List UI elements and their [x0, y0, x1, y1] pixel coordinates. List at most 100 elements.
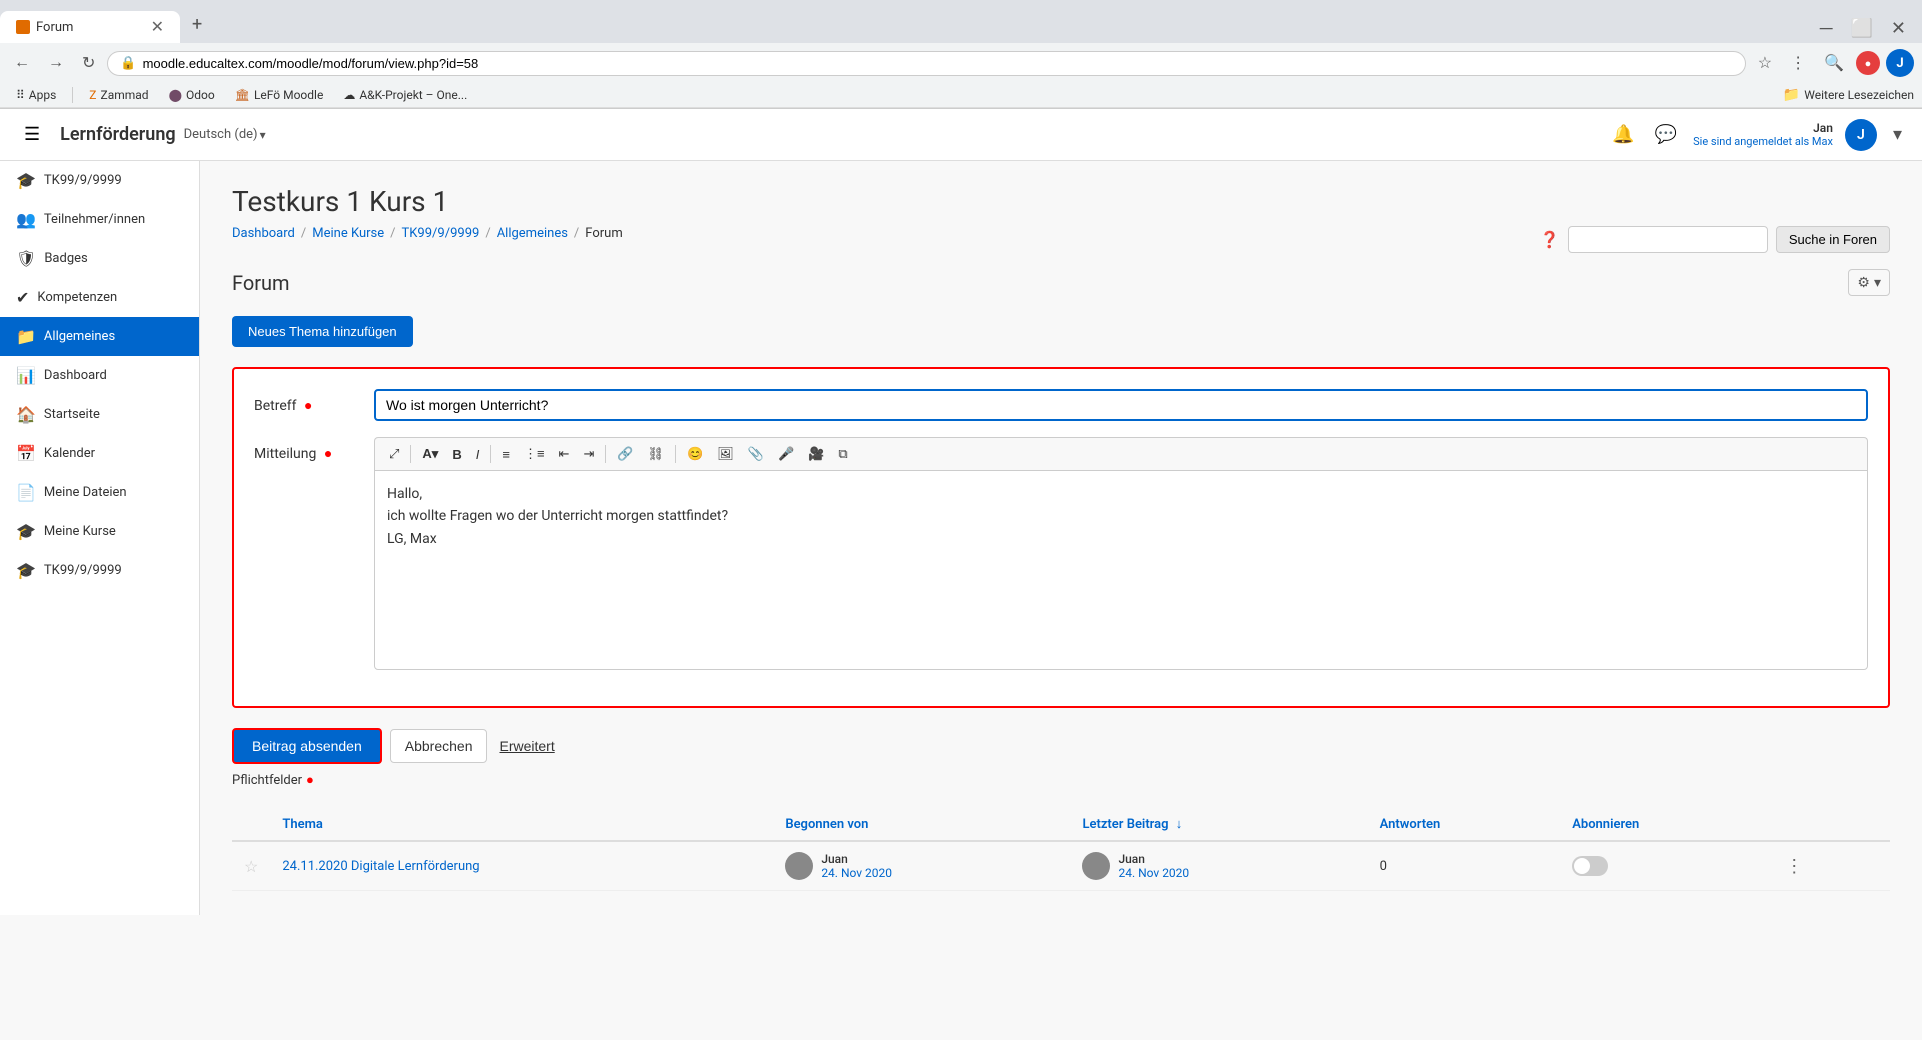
bookmark-lefo[interactable]: 🏛 LeFö Moodle: [227, 86, 332, 104]
indent-btn[interactable]: ⇥: [577, 442, 600, 466]
forward-button[interactable]: →: [42, 50, 70, 76]
tab-close-button[interactable]: ✕: [151, 19, 164, 35]
browser-menu-button[interactable]: ⋮: [1784, 49, 1812, 77]
subscribe-toggle[interactable]: [1572, 856, 1608, 876]
media-btn[interactable]: 📎: [742, 442, 770, 466]
extend-button[interactable]: Erweitert: [495, 730, 558, 762]
app-logo: Lernförderung: [60, 124, 175, 145]
editor-line-2: ich wollte Fragen wo der Unterricht morg…: [387, 505, 1855, 527]
cancel-button[interactable]: Abbrechen: [390, 729, 488, 763]
sidebar-item-tk99[interactable]: 🎓 TK99/9/9999: [0, 161, 199, 200]
video-btn[interactable]: 🎥: [802, 442, 830, 466]
minimize-button[interactable]: ─: [1812, 14, 1841, 43]
graduation-icon: 🎓: [16, 171, 36, 190]
sidebar-item-kompetenzen[interactable]: ✔ Kompetenzen: [0, 278, 199, 317]
bookmark-sep-1: [72, 87, 73, 103]
row-topic-cell: 24.11.2020 Digitale Lernförderung: [270, 841, 773, 891]
sidebar-item-teilnehmer[interactable]: 👥 Teilnehmer/innen: [0, 200, 199, 239]
breadcrumb-tk99[interactable]: TK99/9/9999: [402, 226, 480, 241]
maximize-button[interactable]: ⬜: [1842, 14, 1880, 43]
extensions-badge: ●: [1856, 51, 1880, 75]
breadcrumb-dashboard[interactable]: Dashboard: [232, 226, 295, 241]
address-input[interactable]: [143, 56, 1733, 71]
answers-count: 0: [1380, 859, 1387, 874]
back-button[interactable]: ←: [8, 50, 36, 76]
search-button[interactable]: 🔍: [1818, 49, 1850, 77]
row-more-button[interactable]: ⋮: [1779, 854, 1809, 879]
outdent-btn[interactable]: ⇤: [553, 442, 576, 466]
forum-settings-button[interactable]: ⚙ ▾: [1848, 269, 1890, 296]
bookmark-star-button[interactable]: ☆: [1752, 49, 1778, 77]
col-begonnen[interactable]: Begonnen von: [773, 808, 1070, 841]
col-letzter[interactable]: Letzter Beitrag ↓: [1070, 808, 1367, 841]
italic-btn[interactable]: I: [470, 443, 486, 466]
help-icon[interactable]: ❓: [1540, 230, 1560, 249]
lang-chevron[interactable]: ▾: [260, 128, 266, 142]
emoji-btn[interactable]: 😊: [681, 442, 709, 466]
numbered-list-btn[interactable]: ⋮≡: [518, 442, 551, 466]
notification-bell-button[interactable]: 🔔: [1608, 120, 1638, 149]
bullet-list-btn[interactable]: ≡: [496, 443, 516, 466]
row-last-by-cell: Juan 24. Nov 2020: [1070, 841, 1367, 891]
editor-content[interactable]: Hallo, ich wollte Fragen wo der Unterric…: [374, 470, 1868, 670]
sidebar-item-dashboard[interactable]: 📊 Dashboard: [0, 356, 199, 395]
sidebar-item-meine-kurse[interactable]: 🎓 Meine Kurse: [0, 512, 199, 551]
lock-icon: 🔒: [120, 56, 136, 71]
bookmark-zammad[interactable]: Z Zammad: [81, 86, 156, 104]
app-header: ☰ Lernförderung Deutsch (de) ▾ 🔔 💬 Jan S…: [0, 109, 1922, 161]
address-bar[interactable]: 🔒: [107, 51, 1745, 76]
expand-btn[interactable]: ⤢: [383, 442, 405, 466]
home-icon: 🏠: [16, 405, 36, 424]
message-button[interactable]: 💬: [1651, 120, 1681, 149]
sidebar-item-startseite[interactable]: 🏠 Startseite: [0, 395, 199, 434]
breadcrumb-allgemeines[interactable]: Allgemeines: [497, 226, 568, 241]
bookmark-ak[interactable]: ☁ A&K-Projekt – One...: [335, 86, 475, 104]
new-topic-button[interactable]: Neues Thema hinzufügen: [232, 316, 413, 347]
reload-button[interactable]: ↻: [76, 49, 101, 77]
submit-button[interactable]: Beitrag absenden: [232, 728, 382, 764]
row-started-by-cell: Juan 24. Nov 2020: [773, 841, 1070, 891]
font-color-btn[interactable]: A▾: [416, 442, 444, 466]
sidebar-label-teilnehmer: Teilnehmer/innen: [44, 212, 145, 227]
link-btn[interactable]: 🔗: [611, 442, 639, 466]
sep-4: [675, 445, 676, 463]
bookmark-odoo[interactable]: ⬤ Odoo: [161, 86, 223, 104]
bold-btn[interactable]: B: [446, 443, 467, 466]
forum-search-input[interactable]: [1568, 226, 1768, 253]
forum-search-button[interactable]: Suche in Foren: [1776, 226, 1890, 253]
bookmark-apps[interactable]: ⠿ Apps: [8, 86, 64, 104]
hamburger-button[interactable]: ☰: [16, 116, 48, 153]
topic-link[interactable]: 24.11.2020 Digitale Lernförderung: [282, 859, 479, 874]
sidebar-item-meine-dateien[interactable]: 📄 Meine Dateien: [0, 473, 199, 512]
sidebar-item-kalender[interactable]: 📅 Kalender: [0, 434, 199, 473]
image-btn[interactable]: 🖼: [711, 442, 740, 466]
more-tools-btn[interactable]: ⧉: [832, 442, 853, 466]
user-menu-button[interactable]: ▾: [1889, 120, 1906, 149]
language-selector[interactable]: Deutsch (de): [184, 127, 258, 142]
dashboard-icon: 📊: [16, 366, 36, 385]
odoo-icon: ⬤: [169, 88, 182, 102]
sidebar-item-badges[interactable]: 🛡 Badges: [0, 239, 199, 278]
required-note-text: Pflichtfelder: [232, 773, 302, 788]
betreff-input[interactable]: [374, 389, 1868, 421]
col-antworten[interactable]: Antworten: [1368, 808, 1561, 841]
col-abonnieren[interactable]: Abonnieren: [1560, 808, 1767, 841]
audio-btn[interactable]: 🎤: [772, 442, 800, 466]
forum-title: Forum: [232, 271, 290, 295]
breadcrumb-meine-kurse[interactable]: Meine Kurse: [312, 226, 384, 241]
profile-avatar[interactable]: J: [1886, 49, 1914, 77]
last-by-text: Juan 24. Nov 2020: [1118, 852, 1189, 880]
sidebar-item-allgemeines[interactable]: 📁 Allgemeines: [0, 317, 199, 356]
unlink-btn[interactable]: ⛓: [642, 442, 671, 466]
last-by-name: Juan: [1118, 852, 1189, 866]
new-tab-button[interactable]: +: [180, 6, 214, 43]
apps-icon: ⠿: [16, 88, 25, 102]
browser-tab-forum[interactable]: Forum ✕: [0, 11, 180, 43]
sidebar-item-tk99-2[interactable]: 🎓 TK99/9/9999: [0, 551, 199, 590]
close-button[interactable]: ✕: [1883, 14, 1914, 43]
star-toggle[interactable]: ☆: [244, 857, 258, 876]
user-avatar-header[interactable]: J: [1845, 119, 1877, 151]
col-thema[interactable]: Thema: [270, 808, 773, 841]
letzter-label: Letzter Beitrag: [1082, 817, 1168, 832]
started-by-name: Juan: [821, 852, 892, 866]
